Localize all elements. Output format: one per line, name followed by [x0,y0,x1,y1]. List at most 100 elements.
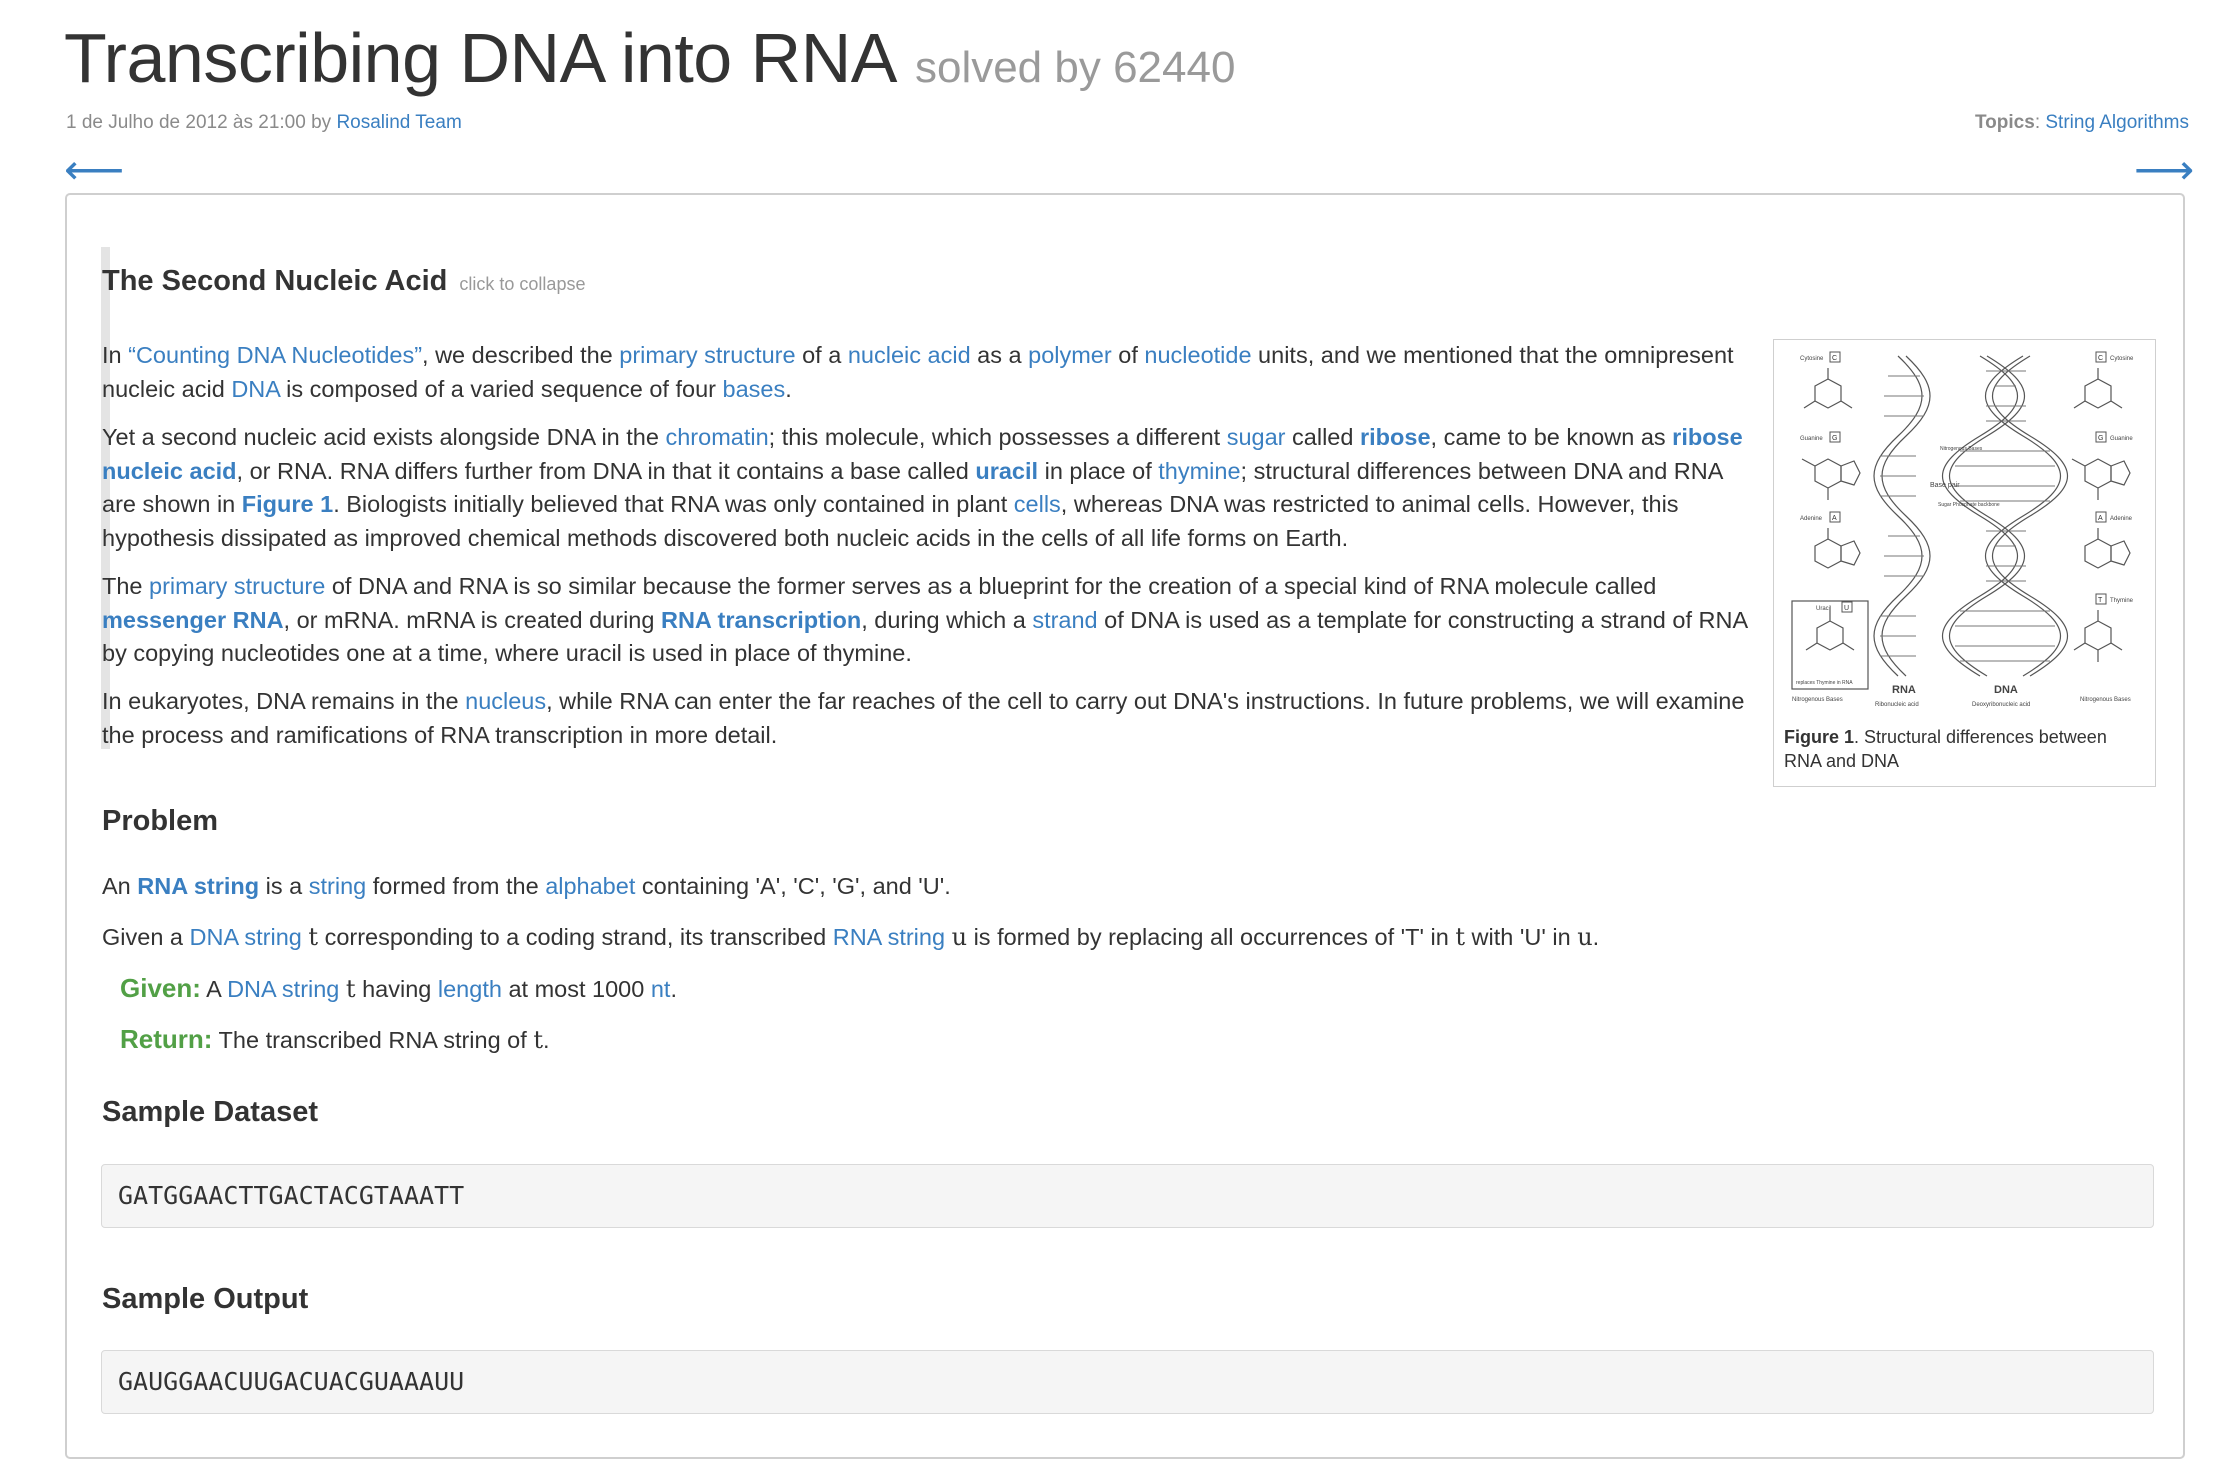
inline-text: corresponding to a coding strand, its tr… [318,924,833,950]
inline-link[interactable]: primary structure [149,573,325,599]
inline-text: ; this molecule, which possesses a diffe… [768,424,1227,450]
intro-paragraph-2: Yet a second nucleic acid exists alongsi… [102,421,1762,555]
figure-1[interactable]: Cytosine Guanine Adenine Uracil replaces… [1773,339,2156,787]
problem-heading: Problem [102,805,219,837]
problem-panel: The Second Nucleic Acid click to collapse… [65,193,2185,1459]
svg-text:Deoxyribonucleic acid: Deoxyribonucleic acid [1972,702,2030,708]
return-label: Return: [120,1024,213,1054]
inline-link[interactable]: RNA string [137,873,259,899]
inline-text: as a [970,342,1029,368]
inline-text: is formed by replacing all occurrences o… [967,924,1456,950]
inline-text: , we described the [422,342,620,368]
inline-link[interactable]: bases [723,376,786,402]
svg-text:Base pair: Base pair [1930,482,1960,489]
inline-text: A [200,976,228,1002]
inline-link[interactable]: cells [1014,491,1061,517]
publish-date: 1 de Julho de 2012 às 21:00 by [66,112,337,133]
svg-text:Adenine: Adenine [1800,516,1823,522]
inline-text: . [785,375,792,402]
inline-link[interactable]: Figure 1 [242,491,333,517]
inline-link[interactable]: alphabet [545,873,635,899]
math-variable: t [308,923,319,951]
math-variable: u [951,923,968,951]
collapse-toggle[interactable]: click to collapse [459,274,585,294]
inline-link[interactable]: “Counting DNA Nucleotides” [128,342,422,368]
inline-link[interactable]: length [438,976,502,1002]
inline-text: of a [795,342,848,368]
inline-link[interactable]: strand [1032,607,1097,633]
inline-text: Given a [102,924,190,950]
inline-link[interactable]: nucleus [465,688,546,714]
author-link[interactable]: Rosalind Team [336,112,461,133]
inline-link[interactable]: uracil [975,458,1038,484]
intro-title[interactable]: The Second Nucleic Acid click to collapse [102,265,585,298]
intro-heading: The Second Nucleic Acid [102,265,448,297]
figure-caption: Figure 1. Structural differences between… [1784,725,2144,773]
return-line: Return: The transcribed RNA string of t. [120,1024,550,1055]
inline-link[interactable]: string [309,873,366,899]
svg-text:Adenine: Adenine [2110,516,2133,522]
sample-dataset-heading: Sample Dataset [102,1096,318,1128]
previous-problem-arrow-icon[interactable]: ⟵ [64,149,124,191]
svg-text:Nitrogenous Bases: Nitrogenous Bases [2080,697,2131,703]
inline-text: Yet a second nucleic acid exists alongsi… [102,424,666,450]
svg-text:Uracil: Uracil [1816,606,1831,612]
inline-link[interactable]: thymine [1158,458,1240,484]
given-text: A DNA string t having length at most 100… [200,975,677,1003]
sample-output-heading: Sample Output [102,1283,309,1315]
inline-link[interactable]: RNA transcription [661,607,861,633]
math-variable: t [345,975,356,1003]
inline-link[interactable]: primary structure [619,342,795,368]
inline-link[interactable]: sugar [1227,424,1286,450]
inline-link[interactable]: DNA string [227,976,339,1002]
topic-link-string-algorithms[interactable]: String Algorithms [2045,112,2189,133]
problem-line-2: Given a DNA string t corresponding to a … [102,923,1599,951]
inline-text: is composed of a varied sequence of four [279,375,723,402]
inline-text: is a [259,873,309,899]
inline-text: of [1111,342,1145,368]
inline-link[interactable]: nucleotide [1144,342,1251,368]
svg-text:Sugar Phosphate backbone: Sugar Phosphate backbone [1938,502,2000,508]
svg-text:Cytosine: Cytosine [2110,356,2134,362]
inline-link[interactable]: polymer [1028,342,1112,368]
inline-text: called [1285,424,1360,450]
page-title: Transcribing DNA into RNA [64,19,897,97]
svg-text:Nitrogenous Bases: Nitrogenous Bases [1792,697,1843,703]
intro-paragraph-3: The primary structure of DNA and RNA is … [102,570,1762,671]
inline-text: An [102,873,138,899]
svg-text:DNA: DNA [1994,684,2018,696]
title-block: Transcribing DNA into RNA solved by 62440 [64,18,1235,98]
inline-link[interactable]: ribose [1360,424,1431,450]
math-variable: t [1455,923,1466,951]
inline-link[interactable]: messenger RNA [102,607,284,633]
inline-text: In eukaryotes, DNA remains in the [102,688,466,714]
svg-text:Guanine: Guanine [2110,436,2133,442]
sample-output-box[interactable]: GAUGGAACUUGACUACGUAAAUU [101,1350,2154,1414]
inline-text: , came to be known as [1430,424,1673,450]
inline-link[interactable]: DNA string [190,924,302,950]
svg-text:G: G [1832,435,1837,442]
inline-link[interactable]: nucleic acid [848,342,971,368]
inline-link[interactable]: DNA [231,376,279,402]
svg-text:C: C [1832,355,1837,362]
svg-text:A: A [2098,515,2103,522]
given-line: Given: A DNA string t having length at m… [120,973,677,1004]
inline-text: of DNA and RNA is so similar because the… [325,573,1657,599]
inline-text: . [542,1027,550,1053]
next-problem-arrow-icon[interactable]: ⟶ [2134,149,2194,191]
intro-paragraph-1: In “Counting DNA Nucleotides”, we descri… [102,339,1762,406]
inline-link[interactable]: chromatin [665,424,768,450]
problem-line-1: An RNA string is a string formed from th… [102,873,951,900]
problem-meta: 1 de Julho de 2012 às 21:00 by Rosalind … [66,112,462,134]
topics-label: Topics [1974,112,2035,133]
svg-text:U: U [1844,605,1849,612]
svg-text:T: T [2098,597,2103,604]
inline-text: in place of [1038,457,1159,484]
inline-text: The transcribed RNA string of [212,1027,534,1053]
inline-link[interactable]: nt [651,976,671,1002]
inline-text: The [102,573,150,599]
topics: Topics: String Algorithms [1975,112,2189,134]
svg-text:Thymine: Thymine [2110,598,2134,604]
inline-link[interactable]: RNA string [833,924,945,950]
sample-dataset-box[interactable]: GATGGAACTTGACTACGTAAATT [101,1164,2154,1228]
